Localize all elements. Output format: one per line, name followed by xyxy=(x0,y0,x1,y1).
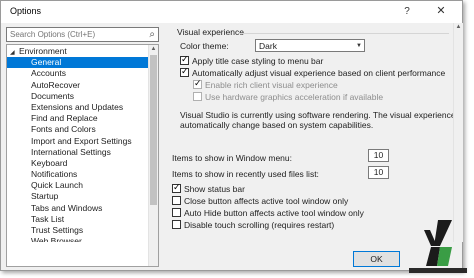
tree-node-label: Notifications xyxy=(31,169,78,180)
tree-node-label: Startup xyxy=(31,191,59,202)
search-icon[interactable]: ⌕ xyxy=(149,28,155,41)
tree-node-label: General xyxy=(31,57,62,68)
tree-node-label: AutoRecover xyxy=(31,79,81,90)
tree-node-label: Trust Settings xyxy=(31,225,84,235)
recent-files-items-label: Items to show in recently used files lis… xyxy=(172,169,319,179)
auto-adjust-checkbox[interactable] xyxy=(180,66,189,77)
disable-touch-scrolling-option[interactable]: Disable touch scrolling (requires restar… xyxy=(172,220,334,230)
auto-hide-affects-option[interactable]: Auto Hide button affects active tool win… xyxy=(172,208,364,218)
tree-node-label: Task List xyxy=(31,213,65,224)
tree-node-keyboard[interactable]: Keyboard xyxy=(7,158,150,169)
visual-studio-logo-icon xyxy=(409,220,467,273)
tree-node-notifications[interactable]: Notifications xyxy=(7,169,150,180)
tree-node-trust-settings[interactable]: Trust Settings xyxy=(7,225,150,236)
tree-node-label: Keyboard xyxy=(31,157,68,168)
tree-node-label: Web Browser xyxy=(31,236,82,243)
tree-node-label: Fonts and Colors xyxy=(31,124,96,135)
group-header-visual-experience: Visual experience xyxy=(177,27,244,37)
tree-node-label: Quick Launch xyxy=(31,180,83,191)
hardware-accel-label: Use hardware graphics acceleration if av… xyxy=(205,92,384,102)
tree-node-environment[interactable]: ◢ Environment xyxy=(7,46,150,57)
help-button[interactable]: ? xyxy=(400,5,414,19)
options-tree: ◢ Environment General Accounts AutoRecover D… xyxy=(6,44,159,267)
close-button-affects-label: Close button affects active tool window … xyxy=(184,196,349,206)
tree-node-task-list[interactable]: Task List xyxy=(7,214,150,225)
options-dialog: Options ? ✕ ⌕ ◢Environment GeneralAccoun… xyxy=(0,0,463,271)
rich-client-option: Enable rich client visual experience xyxy=(193,78,338,90)
hardware-accel-checkbox xyxy=(193,92,202,101)
rich-client-checkbox xyxy=(193,78,202,89)
search-input[interactable] xyxy=(7,28,138,41)
tree-node-general[interactable]: General xyxy=(7,57,150,69)
show-status-bar-label: Show status bar xyxy=(184,184,245,194)
disable-touch-scrolling-label: Disable touch scrolling (requires restar… xyxy=(184,220,335,230)
tree-node-autorecover[interactable]: AutoRecover xyxy=(7,80,150,91)
tree-node-extensions-and-updates[interactable]: Extensions and Updates xyxy=(7,102,150,113)
tree-node-startup[interactable]: Startup xyxy=(7,191,150,202)
color-theme-dropdown[interactable]: Dark ▼ xyxy=(255,39,365,52)
chevron-down-icon[interactable]: ▼ xyxy=(356,41,362,51)
auto-adjust-option[interactable]: Automatically adjust visual experience b… xyxy=(180,66,446,78)
tree-node-web-browser[interactable]: Web Browser xyxy=(7,236,150,242)
tree-node-international-settings[interactable]: International Settings xyxy=(7,147,150,158)
tree-node-label: Documents xyxy=(31,90,74,101)
apply-title-case-checkbox[interactable] xyxy=(180,54,189,65)
tree-node-label: International Settings xyxy=(31,146,111,157)
tree-node-documents[interactable]: Documents xyxy=(7,91,150,102)
scroll-up-arrow-icon[interactable]: ▲ xyxy=(149,45,158,54)
tree-node-label: Find and Replace xyxy=(31,113,98,124)
show-status-bar-option[interactable]: Show status bar xyxy=(172,182,245,194)
scroll-up-arrow-icon[interactable]: ▲ xyxy=(454,23,463,32)
tree-node-find-and-replace[interactable]: Find and Replace xyxy=(7,113,150,124)
window-menu-items-label: Items to show in Window menu: xyxy=(172,153,292,163)
window-title: Options xyxy=(10,6,42,16)
tree-node-accounts[interactable]: Accounts xyxy=(7,68,150,79)
color-theme-label: Color theme: xyxy=(180,41,229,51)
close-button-affects-checkbox[interactable] xyxy=(172,196,181,205)
apply-title-case-option[interactable]: Apply title case styling to menu bar xyxy=(180,54,324,66)
auto-hide-affects-label: Auto Hide button affects active tool win… xyxy=(184,208,364,218)
tree-node-fonts-and-colors[interactable]: Fonts and Colors xyxy=(7,124,150,135)
hardware-accel-option: Use hardware graphics acceleration if av… xyxy=(193,92,383,102)
auto-adjust-label: Automatically adjust visual experience b… xyxy=(192,68,446,78)
search-options-box[interactable]: ⌕ xyxy=(6,27,159,42)
tree-scroll-thumb[interactable] xyxy=(150,55,157,205)
group-divider xyxy=(239,33,449,34)
disable-touch-scrolling-checkbox[interactable] xyxy=(172,220,181,229)
tree-scrollbar[interactable]: ▲ xyxy=(148,45,158,266)
settings-panel: Visual experience Color theme: Dark ▼ Ap… xyxy=(171,23,454,243)
title-bar: Options ? ✕ xyxy=(1,1,462,23)
rendering-info-line-1: Visual Studio is currently using softwar… xyxy=(180,110,454,120)
tree-node-label: Tabs and Windows xyxy=(31,202,103,213)
close-button-affects-option[interactable]: Close button affects active tool window … xyxy=(172,196,348,206)
tree-node-import-and-export-settings[interactable]: Import and Export Settings xyxy=(7,136,150,147)
ok-button[interactable]: OK xyxy=(353,251,400,267)
close-button[interactable]: ✕ xyxy=(426,2,456,21)
show-status-bar-checkbox[interactable] xyxy=(172,182,181,193)
tree-node-label: Accounts xyxy=(31,68,66,79)
tree-node-label: Import and Export Settings xyxy=(31,135,132,146)
apply-title-case-label: Apply title case styling to menu bar xyxy=(192,56,324,66)
rendering-info-line-2: automatically change based on system cap… xyxy=(180,120,374,130)
tree-node-tabs-and-windows[interactable]: Tabs and Windows xyxy=(7,203,150,214)
tree-node-label: Environment xyxy=(19,46,67,56)
window-menu-items-input[interactable]: 10 xyxy=(368,149,389,162)
rich-client-label: Enable rich client visual experience xyxy=(205,80,338,90)
color-theme-value: Dark xyxy=(259,41,277,51)
tree-node-label: Extensions and Updates xyxy=(31,101,124,112)
auto-hide-affects-checkbox[interactable] xyxy=(172,208,181,217)
tree-node-quick-launch[interactable]: Quick Launch xyxy=(7,180,150,191)
recent-files-items-input[interactable]: 10 xyxy=(368,166,389,179)
settings-scrollbar[interactable]: ▲ xyxy=(453,23,463,242)
